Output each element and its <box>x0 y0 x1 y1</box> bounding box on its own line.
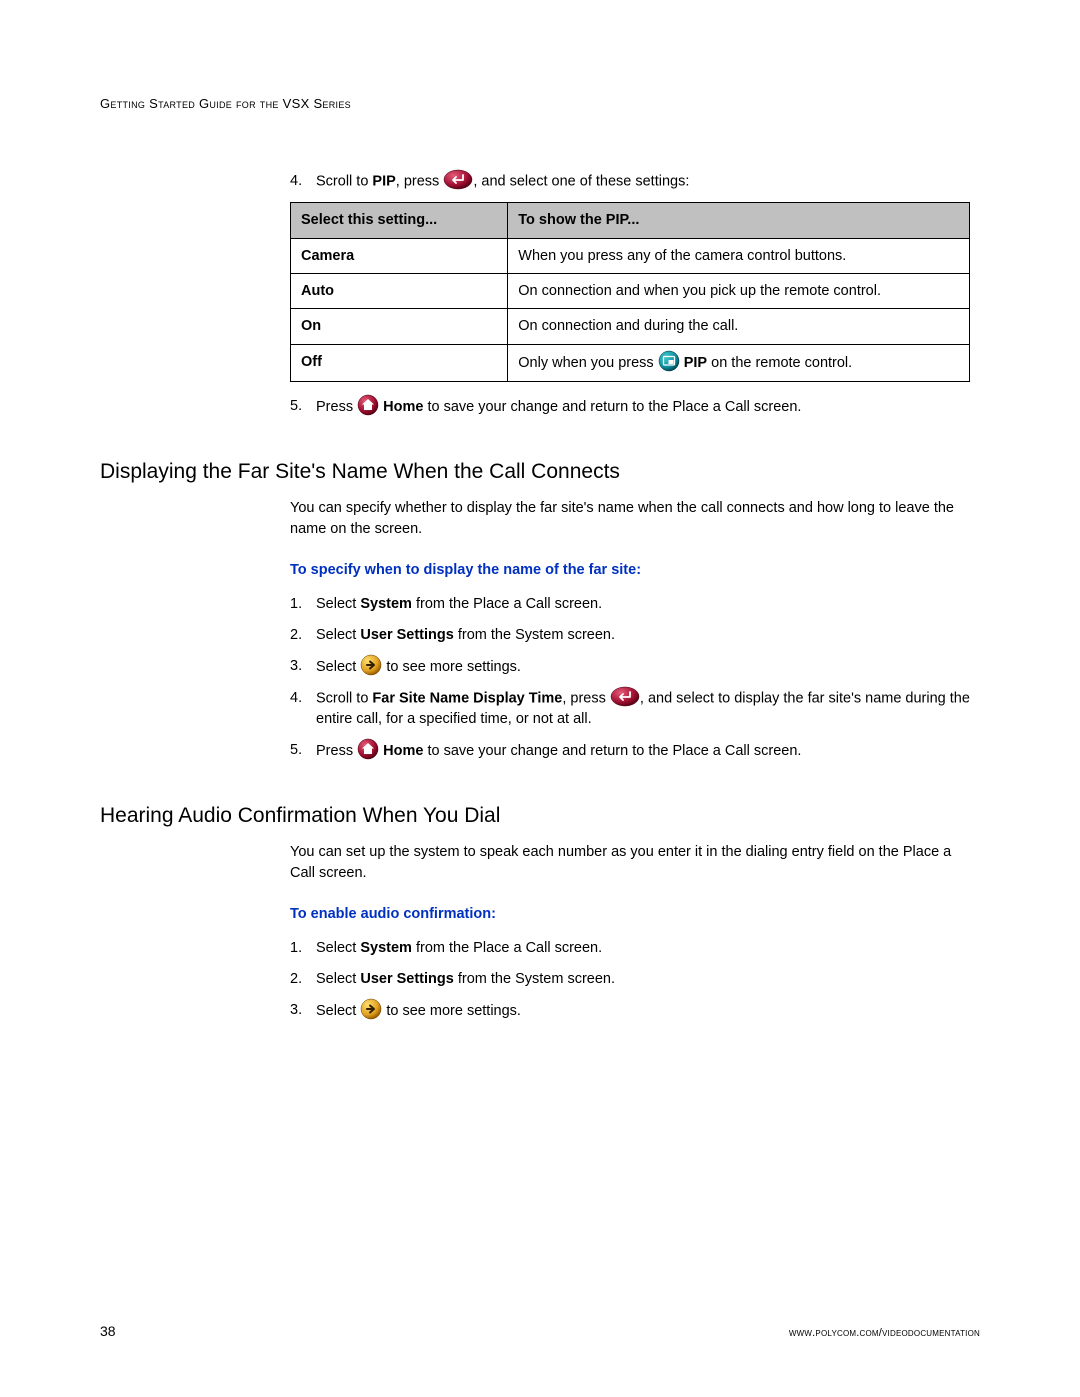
text: Select <box>316 940 360 956</box>
list-item: 2. Select User Settings from the System … <box>290 969 970 990</box>
table-header: To show the PIP... <box>508 203 970 238</box>
list-number: 1. <box>290 938 316 959</box>
list-number: 3. <box>290 656 316 678</box>
bold-text: System <box>360 596 412 612</box>
list-number: 5. <box>290 740 316 762</box>
text: from the Place a Call screen. <box>412 940 602 956</box>
text: to see more settings. <box>382 1003 521 1019</box>
home-icon <box>357 394 379 416</box>
step-text: Select User Settings from the System scr… <box>316 625 970 646</box>
page-number: 38 <box>100 1323 116 1339</box>
table-row: Off Only when you press PIP on the remot… <box>291 344 970 381</box>
list-number: 3. <box>290 1000 316 1022</box>
text: , and select one of these settings: <box>473 173 689 189</box>
bold-text: Home <box>383 398 423 414</box>
setting-name: Auto <box>291 273 508 308</box>
table-row: On On connection and during the call. <box>291 309 970 344</box>
text: to save your change and return to the Pl… <box>423 743 801 759</box>
text: Select <box>316 627 360 643</box>
text: to see more settings. <box>382 658 521 674</box>
text: Select <box>316 1003 360 1019</box>
list-number: 4. <box>290 171 316 192</box>
setting-desc: When you press any of the camera control… <box>508 238 970 273</box>
text: Select <box>316 658 360 674</box>
pip-icon <box>658 350 680 372</box>
text: from the System screen. <box>454 627 615 643</box>
list-item: 2. Select User Settings from the System … <box>290 625 970 646</box>
step-text: Select System from the Place a Call scre… <box>316 594 970 615</box>
step-4: 4. Scroll to PIP, press , and select one… <box>290 171 970 192</box>
table-header: Select this setting... <box>291 203 508 238</box>
setting-name: Camera <box>291 238 508 273</box>
setting-desc: Only when you press PIP on the remote co… <box>508 344 970 381</box>
table-header-row: Select this setting... To show the PIP..… <box>291 203 970 238</box>
enter-icon <box>443 169 473 190</box>
text: from the Place a Call screen. <box>412 596 602 612</box>
task-heading: To enable audio confirmation: <box>290 906 970 922</box>
list-item: 1. Select System from the Place a Call s… <box>290 594 970 615</box>
step-text: Select System from the Place a Call scre… <box>316 938 970 959</box>
list-number: 2. <box>290 625 316 646</box>
text: to save your change and return to the Pl… <box>423 398 801 414</box>
list-number: 5. <box>290 396 316 418</box>
setting-name: Off <box>291 344 508 381</box>
section-heading-far-site: Displaying the Far Site's Name When the … <box>100 460 980 484</box>
text: , press <box>562 690 610 706</box>
page-header: Getting Started Guide for the VSX Series <box>100 96 980 111</box>
list-number: 2. <box>290 969 316 990</box>
step-text: Press Home to save your change and retur… <box>316 396 970 418</box>
task-heading: To specify when to display the name of t… <box>290 562 970 578</box>
bold-text: User Settings <box>360 627 453 643</box>
list-item: 5. Press Home to save your change and re… <box>290 740 970 762</box>
bold-text: System <box>360 940 412 956</box>
text: Select <box>316 596 360 612</box>
table-row: Auto On connection and when you pick up … <box>291 273 970 308</box>
text: Press <box>316 398 357 414</box>
step-text: Scroll to Far Site Name Display Time, pr… <box>316 688 970 730</box>
text: , press <box>396 173 444 189</box>
step-text: Select to see more settings. <box>316 656 970 678</box>
list-number: 1. <box>290 594 316 615</box>
step-text: Select User Settings from the System scr… <box>316 969 970 990</box>
table-row: Camera When you press any of the camera … <box>291 238 970 273</box>
section-heading-audio: Hearing Audio Confirmation When You Dial <box>100 804 980 828</box>
arrow-right-icon <box>360 654 382 676</box>
bold-text: Far Site Name Display Time <box>372 690 562 706</box>
list-item: 3. Select to see more settings. <box>290 656 970 678</box>
step-text: Scroll to PIP, press , and select one of… <box>316 171 970 192</box>
list-item: 3. Select to see more settings. <box>290 1000 970 1022</box>
home-icon <box>357 738 379 760</box>
list-number: 4. <box>290 688 316 730</box>
setting-desc: On connection and during the call. <box>508 309 970 344</box>
bold-text: User Settings <box>360 971 453 987</box>
text: on the remote control. <box>707 354 852 370</box>
step-5: 5. Press Home to save your change and re… <box>290 396 970 418</box>
page-footer: 38 www.polycom.com/videodocumentation <box>100 1323 980 1339</box>
bold-text: Home <box>383 743 423 759</box>
text: Select <box>316 971 360 987</box>
bold-text: PIP <box>372 173 395 189</box>
list-item: 1. Select System from the Place a Call s… <box>290 938 970 959</box>
setting-desc: On connection and when you pick up the r… <box>508 273 970 308</box>
footer-url: www.polycom.com/videodocumentation <box>789 1327 980 1339</box>
enter-icon <box>610 686 640 707</box>
text: Only when you press <box>518 354 657 370</box>
text: Press <box>316 743 357 759</box>
step-text: Press Home to save your change and retur… <box>316 740 970 762</box>
text: Scroll to <box>316 690 372 706</box>
step-text: Select to see more settings. <box>316 1000 970 1022</box>
bold-text: PIP <box>684 354 707 370</box>
text: from the System screen. <box>454 971 615 987</box>
intro-text: You can specify whether to display the f… <box>290 498 970 540</box>
list-item: 4. Scroll to Far Site Name Display Time,… <box>290 688 970 730</box>
intro-text: You can set up the system to speak each … <box>290 842 970 884</box>
setting-name: On <box>291 309 508 344</box>
arrow-right-icon <box>360 998 382 1020</box>
text: Scroll to <box>316 173 372 189</box>
pip-settings-table: Select this setting... To show the PIP..… <box>290 202 970 381</box>
